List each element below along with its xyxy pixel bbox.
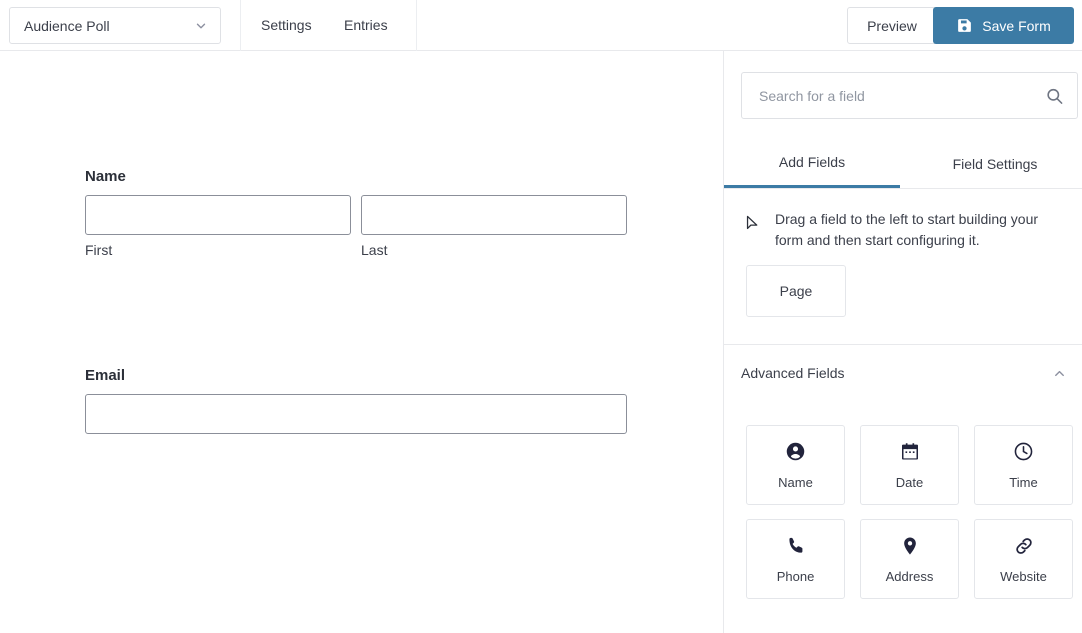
preview-button[interactable]: Preview (847, 7, 937, 44)
field-card-time[interactable]: Time (974, 425, 1073, 505)
tab-add-fields[interactable]: Add Fields (724, 139, 900, 188)
drag-hint: Drag a field to the left to start buildi… (744, 209, 1064, 251)
tab-add-fields-label: Add Fields (778, 154, 846, 170)
tab-field-settings[interactable]: Field Settings (907, 139, 1082, 188)
field-label-email: Email (85, 367, 126, 384)
field-card-date[interactable]: Date (860, 425, 959, 505)
field-card-page[interactable]: Page (746, 265, 846, 317)
drag-hint-text: Drag a field to the left to start buildi… (775, 211, 1039, 248)
form-selector-value: Audience Poll (24, 17, 110, 34)
save-form-button[interactable]: Save Form (933, 7, 1074, 44)
field-card-time-label: Time (1009, 474, 1038, 490)
section-header-advanced-fields[interactable]: Advanced Fields (741, 360, 1067, 386)
name-subfields-row: First Last (85, 195, 627, 258)
search-icon[interactable] (1045, 86, 1064, 105)
form-field-name[interactable]: Name First Last (85, 168, 627, 258)
clock-icon (1013, 441, 1034, 463)
calendar-icon (900, 441, 920, 463)
field-card-website[interactable]: Website (974, 519, 1073, 599)
section-title-advanced-fields: Advanced Fields (741, 365, 845, 381)
field-card-website-label: Website (1000, 568, 1047, 584)
nav-link-entries[interactable]: Entries (344, 17, 388, 33)
link-icon (1013, 535, 1035, 557)
top-toolbar: Audience Poll Settings Entries Preview S… (0, 0, 1082, 51)
field-card-address-label: Address (885, 568, 934, 584)
field-card-address[interactable]: Address (860, 519, 959, 599)
field-card-page-label: Page (779, 283, 813, 299)
phone-icon (786, 535, 806, 557)
field-card-phone-label: Phone (776, 568, 815, 584)
toolbar-divider-right (416, 0, 417, 51)
tab-field-settings-label: Field Settings (952, 155, 1038, 172)
search-input[interactable] (742, 73, 1037, 118)
form-selector-dropdown[interactable]: Audience Poll (9, 7, 221, 44)
email-input[interactable] (85, 394, 627, 434)
save-floppy-icon (956, 17, 973, 34)
name-last-input[interactable] (361, 195, 627, 235)
panel-divider (724, 344, 1082, 345)
search-field-wrapper (741, 72, 1078, 119)
map-pin-icon (900, 535, 920, 557)
save-form-label: Save Form (982, 17, 1051, 34)
nav-link-settings[interactable]: Settings (261, 17, 312, 33)
advanced-fields-grid: Name Date Time Phone Address Website (746, 425, 1073, 599)
field-panel: Add Fields Field Settings Drag a field t… (723, 51, 1082, 633)
field-card-name[interactable]: Name (746, 425, 845, 505)
panel-tabs: Add Fields Field Settings (724, 139, 1082, 189)
name-first-input[interactable] (85, 195, 351, 235)
form-canvas[interactable]: Name First Last Email (0, 51, 723, 633)
field-card-name-label: Name (778, 474, 813, 490)
person-circle-icon (785, 441, 806, 463)
form-field-email[interactable]: Email (85, 367, 627, 434)
name-subfield-last: Last (361, 195, 627, 258)
chevron-up-icon[interactable] (1052, 366, 1067, 381)
cursor-arrow-icon (744, 209, 761, 251)
toolbar-divider-left (240, 0, 241, 51)
name-last-sublabel: Last (361, 242, 388, 258)
name-subfield-first: First (85, 195, 351, 258)
chevron-down-icon (194, 19, 208, 33)
name-first-sublabel: First (85, 242, 113, 258)
form-builder-app: Audience Poll Settings Entries Preview S… (0, 0, 1082, 633)
field-label-name: Name (85, 168, 126, 185)
field-card-date-label: Date (895, 474, 924, 490)
field-card-phone[interactable]: Phone (746, 519, 845, 599)
